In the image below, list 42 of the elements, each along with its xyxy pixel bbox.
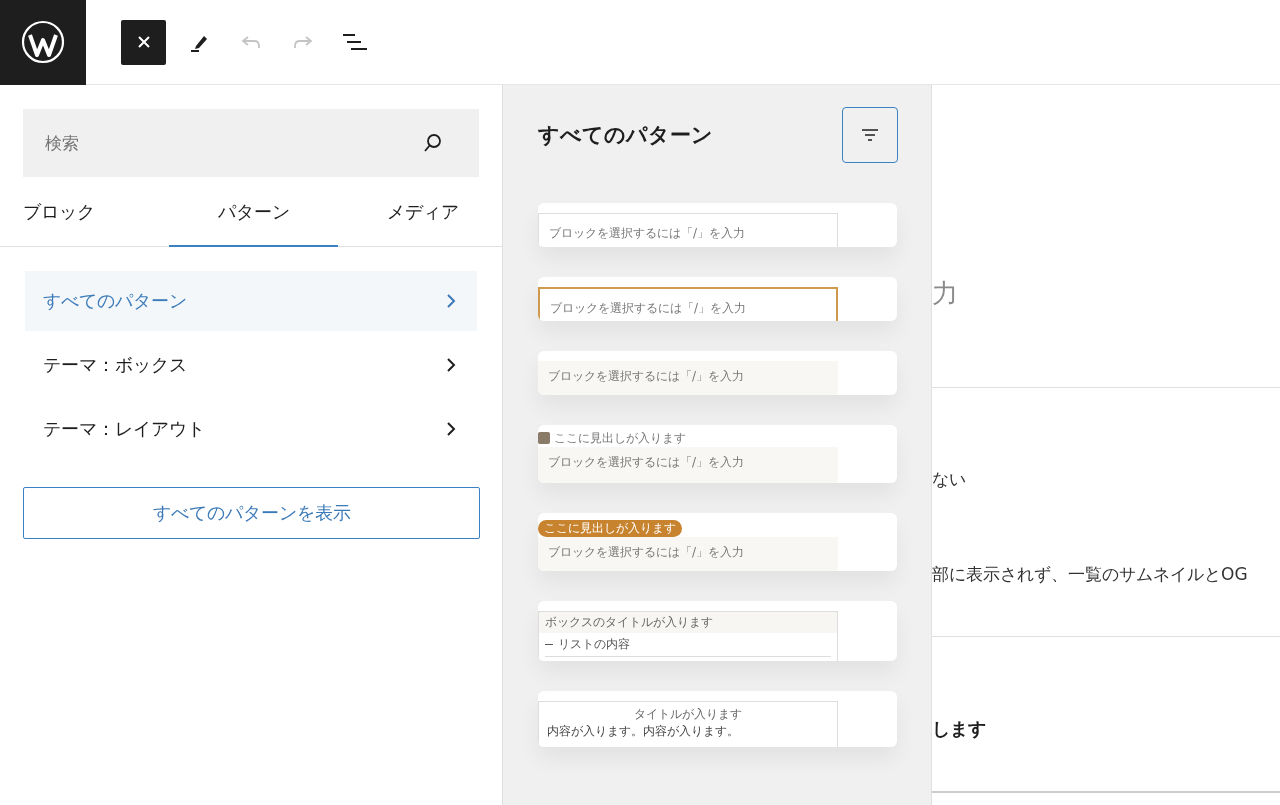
preview-text: 内容が入ります。内容が入ります。: [547, 723, 740, 740]
pattern-preview[interactable]: ボックスのタイトルが入ります リストの内容: [538, 601, 897, 661]
pattern-preview[interactable]: ブロックを選択するには「/」を入力: [538, 203, 897, 247]
preview-text: ブロックを選択するには「/」を入力: [550, 301, 747, 315]
panel-title: すべてのパターン: [538, 122, 713, 149]
editor-text: します: [932, 717, 987, 741]
close-button[interactable]: [121, 19, 166, 65]
category-item[interactable]: テーマ：ボックス: [25, 335, 477, 395]
heading-icon: [538, 432, 550, 444]
wordpress-icon: [21, 20, 65, 64]
chevron-right-icon: [445, 421, 457, 437]
close-icon: [136, 35, 151, 49]
preview-heading: タイトルが入ります: [633, 706, 743, 723]
tab[interactable]: メディア: [338, 179, 507, 247]
preview-text: ブロックを選択するには「/」を入力: [549, 226, 746, 240]
show-all-patterns-button[interactable]: すべてのパターンを表示: [23, 487, 480, 539]
filter-icon: [860, 127, 880, 143]
preview-text: ブロックを選択するには「/」を入力: [548, 545, 745, 559]
preview-heading: ここに見出しが入ります: [538, 520, 682, 537]
pattern-preview[interactable]: ブロックを選択するには「/」を入力: [538, 277, 897, 321]
dash-icon: [545, 643, 553, 646]
tab[interactable]: パターン: [169, 179, 338, 247]
chevron-right-icon: [445, 293, 457, 309]
preview-text: ブロックを選択するには「/」を入力: [548, 455, 745, 469]
pattern-preview[interactable]: ここに見出しが入ります ブロックを選択するには「/」を入力: [538, 513, 897, 571]
preview-heading: ボックスのタイトルが入ります: [539, 612, 837, 633]
pattern-preview[interactable]: タイトルが入ります 内容が入ります。内容が入ります。: [538, 691, 897, 747]
editor-text: 部に表示されず、一覧のサムネイルとOG: [932, 563, 1249, 586]
search-field[interactable]: 検索: [23, 109, 479, 177]
preview-text: リストの内容: [558, 636, 630, 653]
preview-text: ブロックを選択するには「/」を入力: [548, 369, 745, 383]
editor-text: ない: [932, 468, 967, 491]
category-item[interactable]: テーマ：レイアウト: [25, 399, 477, 459]
pattern-preview[interactable]: ここに見出しが入ります ブロックを選択するには「/」を入力: [538, 425, 897, 483]
wordpress-logo[interactable]: [0, 0, 86, 85]
category-item[interactable]: すべてのパターン: [25, 271, 477, 331]
tab[interactable]: ブロック: [0, 179, 169, 247]
title-placeholder[interactable]: 力: [932, 85, 1280, 388]
filter-button[interactable]: [842, 107, 898, 163]
chevron-right-icon: [445, 357, 457, 373]
preview-heading: ここに見出しが入ります: [554, 429, 686, 447]
pattern-preview[interactable]: ブロックを選択するには「/」を入力: [538, 351, 897, 395]
